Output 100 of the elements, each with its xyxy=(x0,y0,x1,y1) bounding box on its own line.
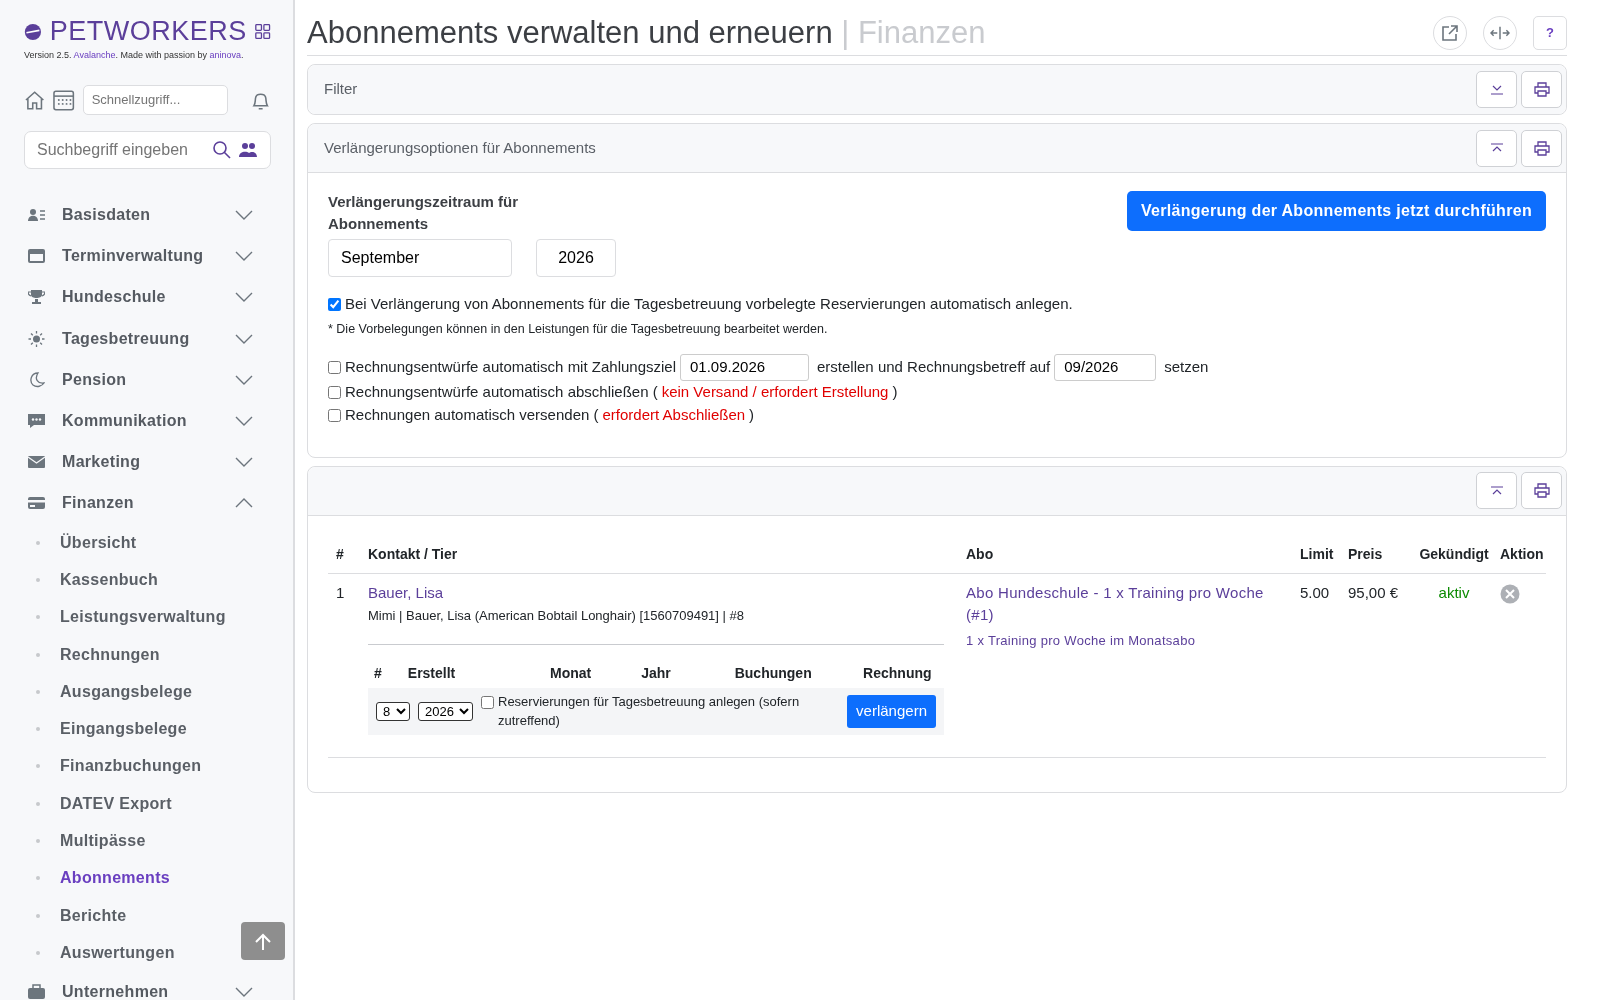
sidebar-item[interactable]: Hundeschule xyxy=(24,276,271,319)
calendar-icon xyxy=(28,248,45,265)
year-select[interactable]: 2026 xyxy=(418,701,473,721)
subscription-link[interactable]: Abo Hundeschule - 1 x Training pro Woche (#1) xyxy=(966,581,1292,627)
collapse-button[interactable] xyxy=(1476,472,1517,510)
checkbox[interactable] xyxy=(328,385,341,399)
month-select[interactable]: 8 xyxy=(376,701,410,721)
sidebar-subitem[interactable]: Übersicht xyxy=(60,530,137,555)
sun-icon xyxy=(28,330,45,347)
chevron-down-icon[interactable] xyxy=(235,987,253,998)
year-field[interactable]: 2026 xyxy=(536,239,616,278)
sidebar-subitem[interactable]: Eingangsbelege xyxy=(60,717,187,742)
sidebar-subitem[interactable]: Rechnungen xyxy=(60,642,160,667)
people-icon[interactable] xyxy=(239,141,257,158)
sidebar-item[interactable]: Terminverwaltung xyxy=(24,235,271,277)
printer-icon xyxy=(1533,140,1550,156)
logo: PETWORKERS xyxy=(49,18,247,45)
option-text: Rechnungen automatisch versenden ( xyxy=(345,405,599,426)
sidebar-subitem[interactable]: Ausgangsbelege xyxy=(60,679,193,704)
column-header: Aktion xyxy=(1499,544,1545,564)
grid-icon[interactable] xyxy=(254,21,271,42)
sidebar-item[interactable]: Kommunikation xyxy=(24,400,271,442)
sidebar-subitem[interactable]: Berichte xyxy=(60,903,127,928)
sidebar-subitem[interactable]: Kassenbuch xyxy=(60,567,159,592)
table-cell: 1 xyxy=(336,583,345,601)
column-header: Kontakt / Tier xyxy=(367,544,459,564)
note-text: * Die Vorbelegungen können in den Leistungen für die Tagesbetreuung bearbeitet werden. xyxy=(328,320,829,338)
renew-button[interactable]: verlängern xyxy=(847,695,936,728)
checkbox-label: Bei Verlängerung von Abonnements für die Tagesbetreuung vorbelegte Reservierungen automatisch anlegen. xyxy=(345,294,1073,315)
option-text: setzen xyxy=(1164,357,1209,378)
quick-access-field[interactable]: Schnellzugriff... xyxy=(82,84,228,115)
sidebar-item[interactable]: Tagesbetreuung xyxy=(24,318,271,360)
collapse-button[interactable] xyxy=(1476,129,1517,167)
trophy-icon xyxy=(28,289,45,306)
search-field[interactable]: Suchbegriff eingeben xyxy=(24,130,271,169)
horizontal-arrows-icon xyxy=(1490,25,1510,40)
sidebar-subitem[interactable]: Multipässe xyxy=(60,829,146,853)
column-header: Abo xyxy=(965,544,995,564)
chevron-up-icon[interactable] xyxy=(235,498,253,509)
help-button[interactable]: ? xyxy=(1533,15,1567,50)
column-header: Gekündigt xyxy=(1418,544,1490,564)
calendar-icon[interactable] xyxy=(53,88,75,111)
panel-title: Filter xyxy=(324,79,358,100)
print-button[interactable] xyxy=(1521,472,1562,510)
sidebar-item[interactable]: Finanzen xyxy=(24,482,271,524)
search-input[interactable]: Suchbegriff eingeben xyxy=(35,136,205,163)
column-header: # xyxy=(373,663,383,683)
scroll-top-button[interactable] xyxy=(241,922,285,960)
date-field[interactable]: 01.09.2026 xyxy=(680,354,809,381)
card-icon xyxy=(28,495,45,512)
warning-text: kein Versand / erfordert Erstellung xyxy=(661,382,889,403)
checkbox[interactable] xyxy=(328,361,341,375)
sidebar-subitem[interactable]: Finanzbuchungen xyxy=(60,754,202,779)
search-icon[interactable] xyxy=(213,140,231,159)
chevron-down-icon[interactable] xyxy=(235,210,253,221)
checkbox[interactable] xyxy=(328,408,341,422)
checkbox-label: Reservierungen für Tagesbetreuung anlegen (sofern zutreffend) xyxy=(498,692,801,731)
chevron-down-icon[interactable] xyxy=(235,292,253,303)
print-button[interactable] xyxy=(1521,129,1562,167)
sidebar-item[interactable]: Basisdaten xyxy=(24,194,271,236)
expand-icon xyxy=(1490,84,1503,95)
sidebar-item[interactable]: Marketing xyxy=(24,441,271,483)
option-text: Rechnungsentwürfe automatisch mit Zahlungsziel xyxy=(345,357,676,378)
table-cell: 5.00 xyxy=(1300,583,1330,601)
sidebar-subitem[interactable]: Auswertungen xyxy=(60,940,175,965)
resize-width-button[interactable] xyxy=(1483,15,1517,50)
date-field[interactable]: 09/2026 xyxy=(1054,354,1157,381)
month-field[interactable]: September xyxy=(328,239,512,278)
chevron-down-icon[interactable] xyxy=(235,251,253,262)
chevron-down-icon[interactable] xyxy=(235,374,253,385)
chevron-down-icon[interactable] xyxy=(235,416,253,427)
status-text: aktiv xyxy=(1438,583,1470,601)
sidebar-subitem[interactable]: Abonnements xyxy=(60,866,170,891)
sidebar-item[interactable]: Unternehmen xyxy=(24,971,271,1000)
contact-link[interactable]: Bauer, Lisa xyxy=(368,581,958,605)
sidebar-subitem[interactable]: DATEV Export xyxy=(60,791,172,816)
printer-icon xyxy=(1533,483,1550,499)
run-renewal-button[interactable]: Verlängerung der Abonnements jetzt durchführen xyxy=(1126,191,1546,232)
collapse-icon xyxy=(1490,143,1503,154)
warning-text: erfordert Abschließen xyxy=(602,405,746,426)
checkbox[interactable] xyxy=(481,695,494,709)
chevron-down-icon[interactable] xyxy=(235,333,253,344)
sidebar-subitem[interactable]: Leistungsverwaltung xyxy=(60,605,226,630)
chevron-down-icon[interactable] xyxy=(235,457,253,468)
chat-icon xyxy=(28,413,45,430)
home-icon[interactable] xyxy=(24,88,46,111)
option-text: ) xyxy=(749,405,755,426)
sidebar-item[interactable]: Pension xyxy=(24,359,271,401)
checkbox[interactable] xyxy=(328,297,341,311)
column-header: Buchungen xyxy=(733,663,813,683)
print-button[interactable] xyxy=(1521,71,1562,109)
panel-title: Verlängerungsoptionen für Abonnements xyxy=(324,137,596,158)
external-link-button[interactable] xyxy=(1433,15,1467,50)
column-header: # xyxy=(335,544,345,564)
option-text: ) xyxy=(892,382,898,403)
external-link-icon xyxy=(1441,23,1459,42)
column-header: Preis xyxy=(1347,544,1384,564)
expand-button[interactable] xyxy=(1476,71,1517,109)
envelope-icon xyxy=(28,454,45,471)
option-text: erstellen und Rechnungsbetreff auf xyxy=(817,357,1051,378)
